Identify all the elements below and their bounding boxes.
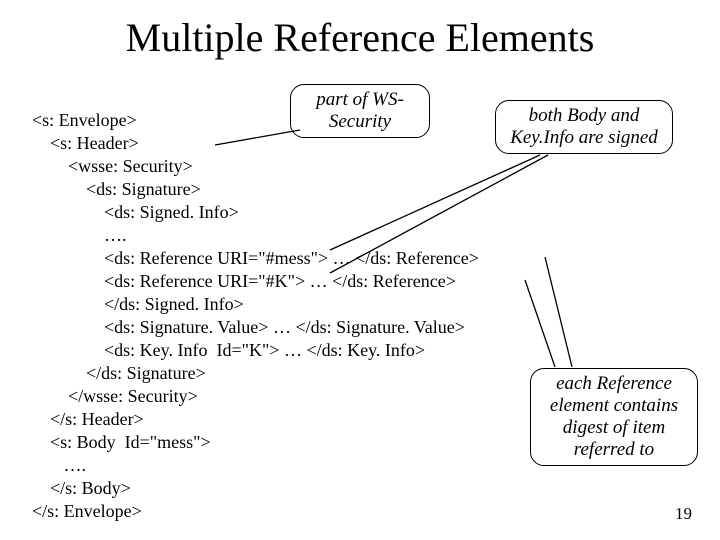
code-line: </s: Envelope> [32, 501, 142, 521]
code-line: </ds: Signature> [32, 363, 206, 383]
code-line: </s: Body> [32, 478, 131, 498]
code-line: </s: Header> [32, 409, 144, 429]
code-line: <s: Body Id="mess"> [32, 432, 211, 452]
code-line: </wsse: Security> [32, 386, 198, 406]
code-line: <ds: Reference URI="#mess"> … </ds: Refe… [32, 248, 479, 268]
slide: Multiple Reference Elements <s: Envelope… [0, 0, 720, 540]
code-line: <ds: Key. Info Id="K"> … </ds: Key. Info… [32, 340, 425, 360]
code-line: …. [32, 455, 91, 475]
page-number: 19 [675, 504, 692, 524]
xml-code-block: <s: Envelope> <s: Header> <wsse: Securit… [32, 86, 479, 523]
code-line: <s: Header> [32, 133, 139, 153]
code-line: <wsse: Security> [32, 156, 193, 176]
code-line: <ds: Signature. Value> … </ds: Signature… [32, 317, 465, 337]
code-line: <ds: Signed. Info> [32, 202, 239, 222]
code-line: </ds: Signed. Info> [32, 294, 244, 314]
code-line: <s: Envelope> [32, 110, 137, 130]
code-line: <ds: Reference URI="#K"> … </ds: Referen… [32, 271, 456, 291]
callout-each-reference: each Reference element contains digest o… [530, 368, 698, 466]
callout-both-signed: both Body and Key.Info are signed [495, 100, 673, 154]
code-line: …. [32, 225, 131, 245]
callout-ws-security: part of WS- Security [290, 84, 430, 138]
slide-title: Multiple Reference Elements [0, 14, 720, 61]
code-line: <ds: Signature> [32, 179, 201, 199]
